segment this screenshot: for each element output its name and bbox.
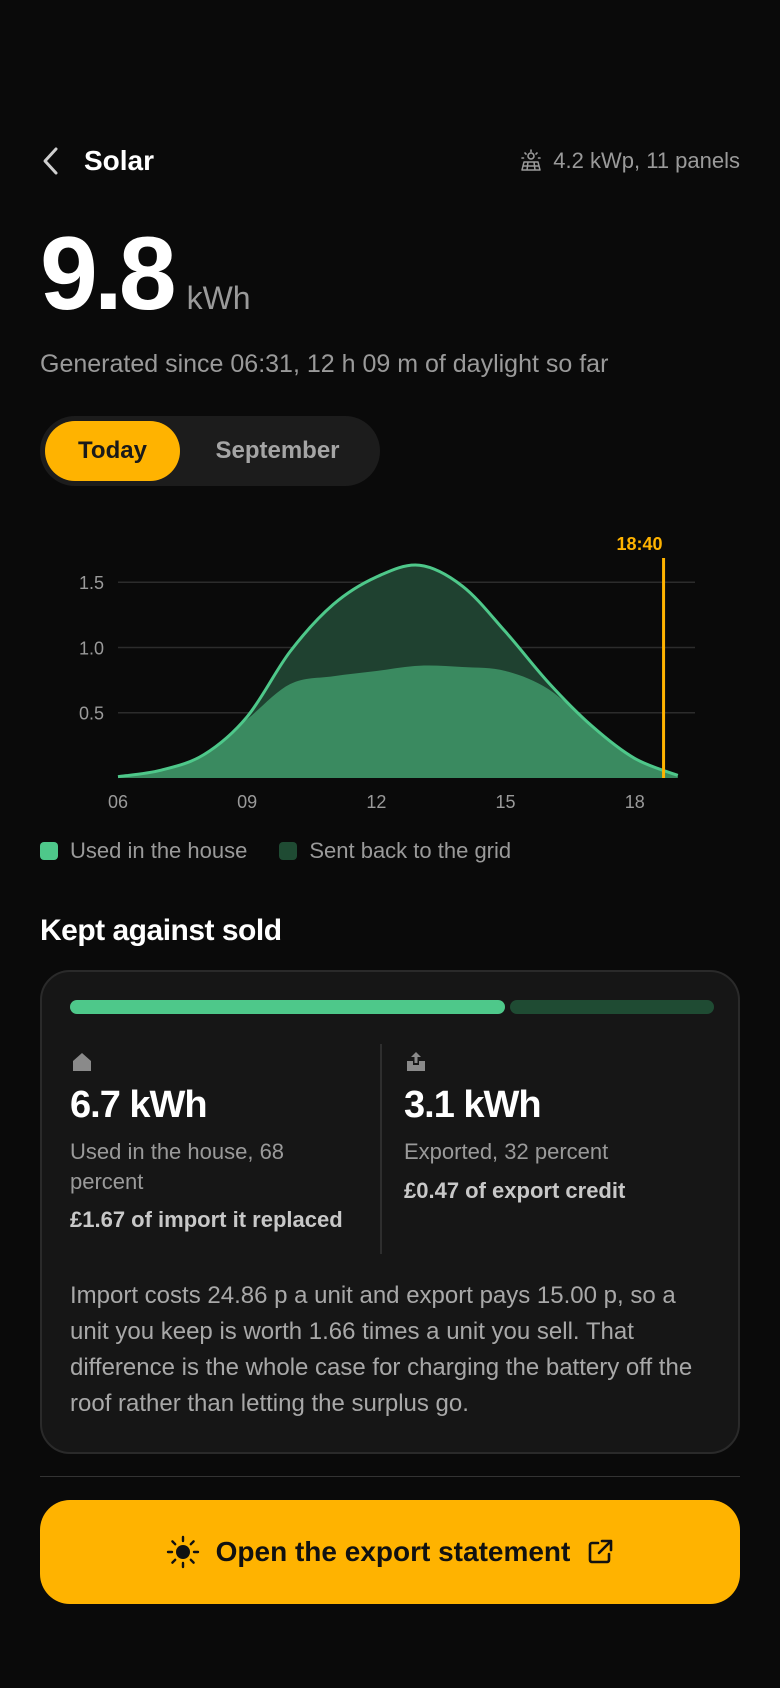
solar-panel-icon <box>521 149 542 171</box>
open-export-statement-button[interactable]: Open the export statement <box>40 1500 740 1604</box>
header: Solar 4.2 kWp, 11 panels <box>40 138 740 184</box>
total-value: 9.8 <box>40 216 177 332</box>
cta-label: Open the export statement <box>215 1536 571 1567</box>
split-bar-sold <box>509 1000 714 1014</box>
chart-legend: Used in the house Sent back to the grid <box>40 838 543 864</box>
header-left: Solar <box>40 141 154 181</box>
legend-item-sent: Sent back to the grid <box>279 838 511 864</box>
kept-money: £1.67 of import it replaced <box>70 1207 343 1233</box>
external-link-icon <box>589 1539 613 1564</box>
x-tick-label: 09 <box>237 792 257 810</box>
comparison-card: 6.7 kWh Used in the house, 68 percent £1… <box>40 970 740 1454</box>
explanation-note: Import costs 24.86 p a unit and export p… <box>70 1282 693 1417</box>
sold-description: Exported, 32 percent <box>404 1139 609 1164</box>
generation-chart-svg: 0.5 1.0 1.5 06 09 12 15 18 18:40 <box>79 534 695 812</box>
kept-column: 6.7 kWh Used in the house, 68 percent £1… <box>70 1044 360 1235</box>
y-tick-label: 0.5 <box>79 704 104 724</box>
section-title: Kept against sold <box>40 914 282 947</box>
legend-swatch-used <box>40 842 58 860</box>
y-tick-label: 1.5 <box>79 573 104 593</box>
series-area-used <box>118 665 678 778</box>
home-icon <box>73 1053 91 1071</box>
sold-value: 3.1 kWh <box>404 1084 542 1126</box>
generation-subtitle: Generated since 06:31, 12 h 09 m of dayl… <box>40 350 609 378</box>
tab-today[interactable]: Today <box>45 421 180 481</box>
split-bar-used <box>70 1000 505 1014</box>
sold-column: 3.1 kWh Exported, 32 percent £0.47 of ex… <box>404 1044 714 1205</box>
export-icon <box>407 1052 425 1071</box>
time-marker-label: 18:40 <box>617 534 663 554</box>
split-bar <box>70 1000 714 1014</box>
x-tick-label: 15 <box>496 792 516 810</box>
kept-value: 6.7 kWh <box>70 1084 208 1126</box>
column-divider <box>380 1044 382 1254</box>
sold-money: £0.47 of export credit <box>404 1177 626 1203</box>
x-tick-label: 12 <box>366 792 386 810</box>
generation-chart: 0.5 1.0 1.5 06 09 12 15 18 18:40 <box>40 510 740 812</box>
total-unit: kWh <box>186 280 251 316</box>
x-tick-label: 06 <box>108 792 128 810</box>
period-segmented-control: Today September <box>40 416 380 486</box>
back-button[interactable] <box>40 141 70 181</box>
page-title: Solar <box>84 145 155 176</box>
tab-september[interactable]: September <box>180 421 375 481</box>
system-info: 4.2 kWp, 11 panels <box>519 148 740 174</box>
legend-label-sent: Sent back to the grid <box>309 838 512 863</box>
x-tick-label: 18 <box>625 792 645 810</box>
sun-icon <box>166 1535 199 1569</box>
total-generation: 9.8 kWh <box>40 222 251 326</box>
legend-item-used: Used in the house <box>40 838 247 864</box>
divider <box>40 1476 740 1477</box>
chevron-left-icon <box>43 147 58 175</box>
legend-swatch-sent <box>279 842 298 860</box>
y-tick-label: 1.0 <box>79 638 104 658</box>
system-info-label: 4.2 kWp, 11 panels <box>553 148 740 173</box>
kept-description: Used in the house, 68 percent <box>70 1139 285 1194</box>
legend-label-used: Used in the house <box>70 838 248 863</box>
